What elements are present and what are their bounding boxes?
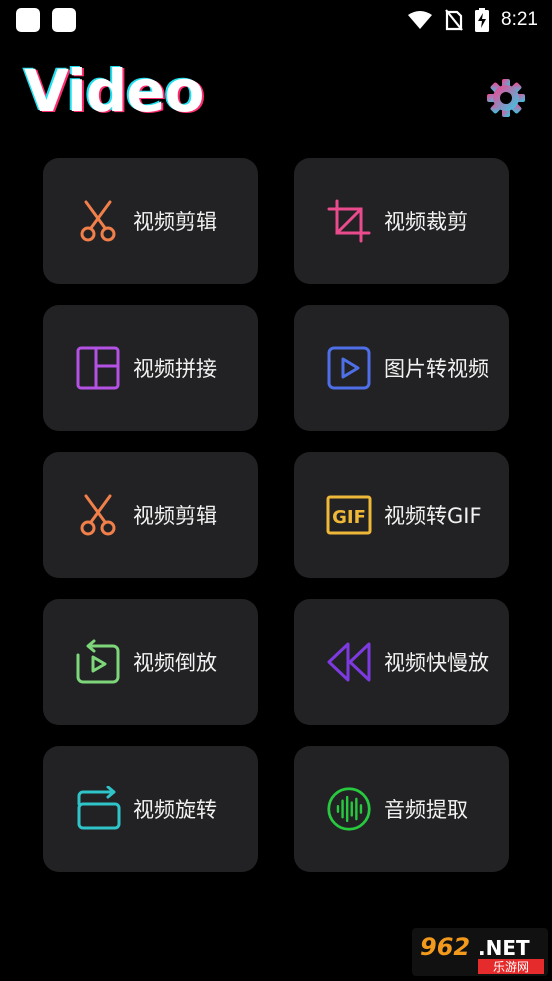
clock: 8:21 <box>501 9 538 30</box>
no-sim-icon <box>445 9 463 31</box>
tile-label: 视频裁剪 <box>384 210 468 234</box>
tile-video-speed[interactable]: 视频快慢放 <box>294 599 509 725</box>
tile-video-edit-2[interactable]: 视频剪辑 <box>43 452 258 578</box>
tile-image-to-video[interactable]: 图片转视频 <box>294 305 509 431</box>
tile-label: 视频转GIF <box>384 504 482 528</box>
audio-wave-icon <box>326 786 372 832</box>
tile-label: 视频快慢放 <box>384 651 489 675</box>
tile-label: 视频倒放 <box>133 651 217 675</box>
notification-icon <box>52 8 76 32</box>
notification-icon <box>16 8 40 32</box>
tile-label: 视频拼接 <box>133 357 217 381</box>
tile-video-reverse[interactable]: 视频倒放 <box>43 599 258 725</box>
tile-audio-extract[interactable]: 音频提取 <box>294 746 509 872</box>
tile-label: 视频旋转 <box>133 798 217 822</box>
tile-label: 视频剪辑 <box>133 504 217 528</box>
reverse-play-icon <box>75 639 121 685</box>
svg-text:962: 962 <box>420 933 470 961</box>
watermark-logo: 962 .NET 乐游网 <box>412 928 548 976</box>
scissors-icon <box>75 198 121 244</box>
gif-icon: GIF <box>326 492 372 538</box>
play-square-icon <box>326 345 372 391</box>
rewind-icon <box>326 639 372 685</box>
tile-label: 视频剪辑 <box>133 210 217 234</box>
tile-video-rotate[interactable]: 视频旋转 <box>43 746 258 872</box>
rotate-icon <box>75 786 121 832</box>
svg-text:.NET: .NET <box>478 936 530 960</box>
tile-video-to-gif[interactable]: GIF 视频转GIF <box>294 452 509 578</box>
tile-video-crop[interactable]: 视频裁剪 <box>294 158 509 284</box>
scissors-icon <box>75 492 121 538</box>
tile-label: 图片转视频 <box>384 357 489 381</box>
status-bar: 8:21 <box>0 0 552 40</box>
settings-gear-icon[interactable] <box>486 78 526 118</box>
crop-icon <box>326 198 372 244</box>
svg-text:乐游网: 乐游网 <box>493 960 529 974</box>
tile-video-merge[interactable]: 视频拼接 <box>43 305 258 431</box>
tile-video-edit[interactable]: 视频剪辑 <box>43 158 258 284</box>
battery-charging-icon <box>475 8 490 32</box>
wifi-icon <box>408 11 433 29</box>
svg-text:GIF: GIF <box>332 507 366 528</box>
app-title: Video <box>24 57 204 125</box>
tile-label: 音频提取 <box>384 798 468 822</box>
layout-icon <box>75 345 121 391</box>
